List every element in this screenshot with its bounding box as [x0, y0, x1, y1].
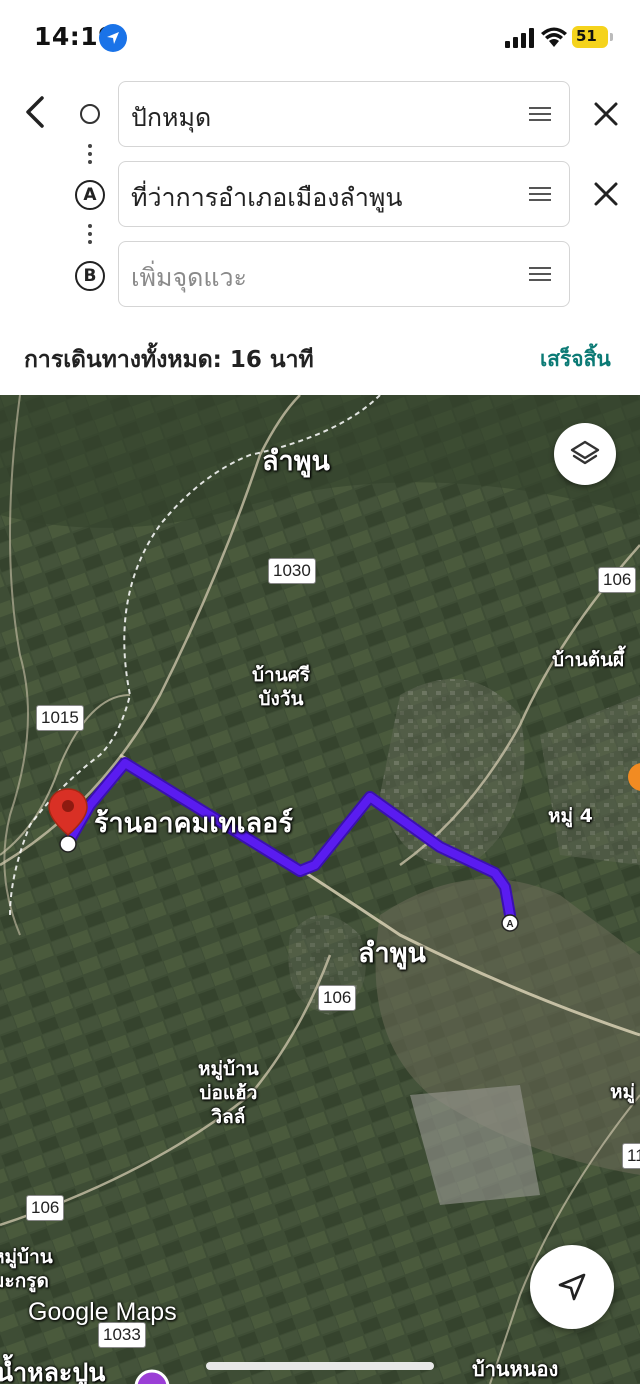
route-dot [88, 240, 92, 244]
map-label-ban-nong: บ้านหนอง [472, 1357, 559, 1381]
cellular-signal-icon [505, 28, 534, 48]
add-stop-placeholder: เพิ่มจุดแวะ [131, 263, 247, 292]
route-dot [88, 224, 92, 228]
layers-icon [570, 440, 600, 465]
map-label-lamphun-center: ลำพูน [358, 938, 426, 969]
map-label-nam: น้ำหละปูน [0, 1358, 106, 1384]
map-label-lamphun: ลำพูน [262, 446, 330, 477]
battery-icon: 51 [572, 26, 608, 48]
destination-label[interactable]: ร้านอาคมเทเลอร์ [94, 801, 293, 844]
reorder-handle-icon[interactable] [529, 107, 551, 121]
origin-field-value: ปักหมุด [131, 103, 212, 132]
back-button[interactable] [18, 92, 54, 132]
done-button[interactable]: เสร็จสิ้น [540, 343, 611, 376]
route-dot [88, 160, 92, 164]
origin-field[interactable]: ปักหมุด [118, 81, 570, 147]
origin-circle-icon [80, 104, 100, 124]
close-icon [594, 102, 618, 126]
route-dot [88, 232, 92, 236]
my-location-button[interactable] [530, 1245, 614, 1329]
stop-marker-b-icon: B [75, 261, 105, 291]
reorder-handle-icon[interactable] [529, 187, 551, 201]
close-icon [594, 182, 618, 206]
add-stop-field[interactable]: เพิ่มจุดแวะ [118, 241, 570, 307]
route-dot [88, 152, 92, 156]
total-travel-time: การเดินทางทั้งหมด: 16 นาที [24, 347, 314, 373]
destination-field[interactable]: ที่ว่าการอำเภอเมืองลำพูน [118, 161, 570, 227]
status-bar: 14:19 51 [0, 0, 640, 74]
map-label-ban-ton: บ้านต้นผึ้ [552, 649, 625, 671]
map-label-village: หมู่บ้าน มะกรูด [0, 1246, 53, 1292]
route-dot [88, 144, 92, 148]
road-shield: 1030 [268, 558, 316, 584]
road-shield: 106 [318, 985, 357, 1011]
navigation-arrow-icon [558, 1273, 586, 1301]
satellite-imagery: A [0, 395, 640, 1384]
destination-field-value: ที่ว่าการอำเภอเมืองลำพูน [131, 183, 403, 212]
svg-text:A: A [506, 919, 513, 930]
remove-destination-button[interactable] [590, 178, 622, 210]
road-shield: 1015 [36, 705, 84, 731]
map-label-moo4: หมู่ 4 [548, 805, 593, 827]
reorder-handle-icon[interactable] [529, 267, 551, 281]
road-shield: 106 [26, 1195, 65, 1221]
map-label-moo: หมู่ [610, 1081, 636, 1103]
home-indicator[interactable] [206, 1362, 434, 1370]
chevron-left-icon [26, 96, 44, 128]
navigation-arrow-icon [99, 24, 127, 52]
map-layers-button[interactable] [554, 423, 616, 485]
stop-marker-a-icon: A [75, 180, 105, 210]
map-label-village: บ้านศรี บังวัน [252, 664, 310, 710]
battery-cap [610, 33, 613, 41]
google-maps-logo: Google Maps [28, 1298, 177, 1326]
road-shield: 11 [622, 1143, 640, 1169]
road-shield: 106 [598, 567, 637, 593]
map-view[interactable]: A ลำพูน บ้านศรี บังวัน บ้านต้นผึ้ หมู่ 4… [0, 395, 640, 1384]
battery-level: 51 [576, 27, 597, 45]
remove-origin-button[interactable] [590, 98, 622, 130]
destination-pin-icon[interactable] [46, 787, 90, 843]
wifi-icon [541, 27, 567, 47]
map-label-village: หมู่บ้าน บ่อแฮ้ว วิลล์ [198, 1058, 259, 1128]
